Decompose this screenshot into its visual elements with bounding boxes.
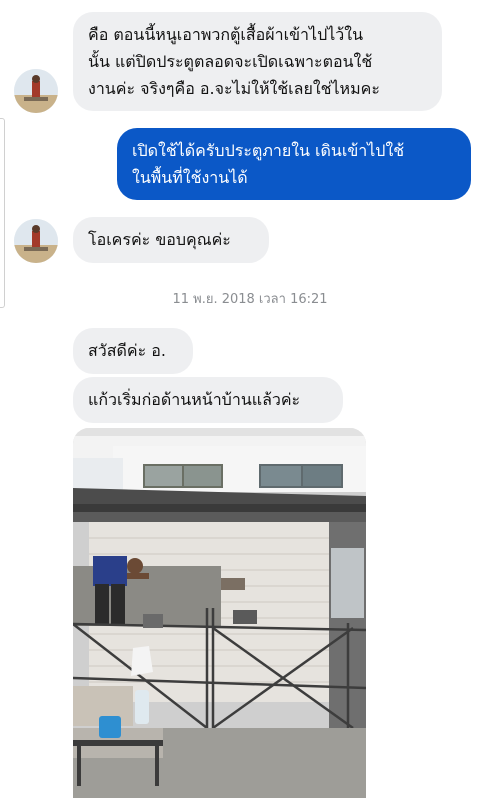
message-photo[interactable] <box>73 428 366 798</box>
message-incoming[interactable]: แก้วเริ่มก่อด้านหน้าบ้านแล้วค่ะ <box>73 377 343 423</box>
side-panel-edge[interactable] <box>0 118 5 308</box>
contact-avatar[interactable] <box>14 219 58 263</box>
construction-photo <box>73 428 366 798</box>
message-incoming[interactable]: สวัสดีค่ะ อ. <box>73 328 193 374</box>
message-incoming[interactable]: โอเครค่ะ ขอบคุณค่ะ <box>73 217 269 263</box>
message-timestamp: 11 พ.ย. 2018 เวลา 16:21 <box>172 292 328 307</box>
avatar-photo-icon <box>14 69 58 113</box>
avatar-photo-icon <box>14 219 58 263</box>
contact-avatar[interactable] <box>14 69 58 113</box>
message-incoming[interactable]: คือ ตอนนี้หนูเอาพวกตู้เสื้อผ้าเข้าไปไว้ใ… <box>73 12 442 111</box>
message-outgoing[interactable]: เปิดใช้ได้ครับประตูภายใน เดินเข้าไปใช้ ใ… <box>117 128 471 200</box>
